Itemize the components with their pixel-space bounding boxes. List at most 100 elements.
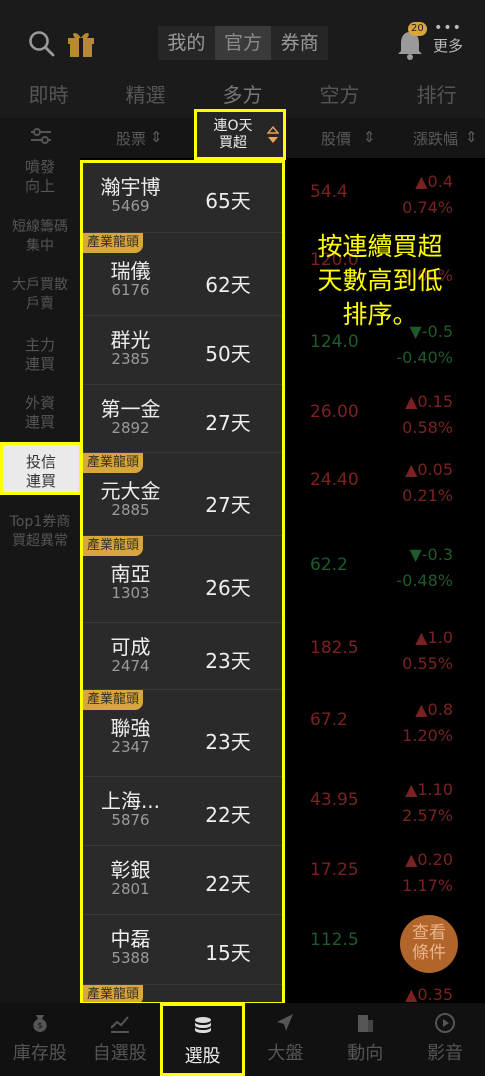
consecutive-days: 23天 [205, 730, 251, 754]
notification-button[interactable]: 20 [394, 22, 427, 62]
industry-leader-badge: 產業龍頭 [83, 536, 144, 556]
stock-price: 43.95 [310, 790, 359, 810]
tab-featured[interactable]: 精選 [97, 82, 194, 118]
view-conditions-button[interactable]: 查看 條件 [400, 915, 458, 973]
column-stock[interactable]: 股票 [116, 128, 146, 149]
stock-price: 54.4 [310, 182, 348, 202]
search-icon[interactable] [28, 30, 56, 58]
annotation-line: 天數高到低 [317, 266, 443, 295]
svg-text:$: $ [37, 1021, 42, 1030]
sidebar-item-investment-trust[interactable]: 投信 連買 [0, 442, 82, 495]
more-label: 更多 [432, 37, 463, 55]
list-item[interactable]: 產業龍頭 聯強 2347 23天 [83, 690, 282, 777]
sidebar-item-label: 主力 [24, 336, 55, 354]
nav-market[interactable]: 大盤 [245, 1003, 325, 1076]
list-item[interactable]: 產業龍頭 瑞儀 6176 62天 [83, 233, 282, 316]
price-change: ▲0.4 [415, 172, 453, 191]
stock-name: 中磊 [110, 927, 151, 951]
sidebar-item-foreign[interactable]: 外資 連買 [0, 394, 80, 432]
stock-code: 2385 [111, 350, 150, 368]
segment-official[interactable]: 官方 [214, 26, 272, 60]
list-item[interactable]: 上海... 5876 22天 [83, 777, 282, 846]
stock-price: 24.40 [310, 470, 359, 490]
nav-label: 動向 [347, 1043, 384, 1064]
price-change-percent: 0.55% [402, 654, 453, 673]
nav-trends[interactable]: 動向 [325, 1003, 405, 1076]
industry-leader-badge: 產業龍頭 [83, 233, 144, 253]
sort-consecutive-days-button[interactable]: 連O天 買超 [194, 109, 286, 160]
sidebar-item-top1-broker[interactable]: Top1券商 買超異常 [0, 513, 80, 551]
stock-code: 5469 [111, 197, 150, 215]
sidebar-item-label: 外資 [24, 394, 55, 412]
list-item[interactable]: 產業龍頭 元大金 2885 27天 [83, 453, 282, 536]
sort-descending-icon [267, 126, 279, 143]
sidebar-item-label: 噴發 [24, 158, 55, 176]
consecutive-days: 65天 [205, 189, 251, 213]
arrow-icon [277, 1014, 294, 1031]
view-conditions-label: 條件 [412, 943, 446, 963]
notification-badge: 20 [408, 22, 427, 36]
sidebar-item-label: 連買 [25, 472, 56, 490]
price-change: ▲0.15 [405, 392, 453, 411]
stock-name: 瑞儀 [110, 259, 151, 283]
nav-label: 大盤 [267, 1043, 304, 1064]
building-icon [358, 1015, 374, 1032]
source-segmented-control: 我的 官方 券商 [158, 26, 329, 60]
price-change-percent: -0.40% [396, 348, 453, 367]
consecutive-days: 23天 [205, 649, 251, 673]
sort-button-label-line: 買超 [219, 135, 247, 151]
list-item[interactable]: 可成 2474 23天 [83, 623, 282, 690]
stock-price: 182.5 [310, 638, 359, 658]
column-change[interactable]: 漲跌幅 [413, 128, 458, 149]
sort-button-label: 連O天 買超 [205, 118, 261, 152]
price-change-percent: 2.57% [402, 806, 453, 825]
stock-code: 1303 [111, 584, 150, 602]
nav-video[interactable]: 影音 [405, 1003, 485, 1076]
price-change: ▲1.0 [415, 628, 453, 647]
sidebar-item-short-chip[interactable]: 短線籌碼 集中 [0, 218, 80, 256]
segment-mine[interactable]: 我的 [158, 26, 215, 60]
list-item[interactable]: 彰銀 2801 22天 [83, 846, 282, 915]
price-change-percent: -0.48% [396, 571, 453, 590]
coin-stack-icon [194, 1017, 211, 1033]
top-bar: 我的 官方 券商 20 ••• 更多 [0, 0, 485, 82]
list-item[interactable]: 產業龍頭 [83, 985, 282, 1002]
stock-name: 元大金 [100, 479, 161, 503]
nav-stock-picker[interactable]: 選股 [159, 1003, 246, 1076]
stock-code: 2347 [111, 738, 150, 756]
tab-bearish[interactable]: 空方 [291, 82, 388, 118]
sidebar-item-label: 短線籌碼 [12, 219, 68, 235]
tab-realtime[interactable]: 即時 [0, 82, 97, 118]
stock-price: 112.5 [310, 930, 359, 950]
chart-icon [110, 1016, 129, 1033]
segment-broker[interactable]: 券商 [271, 26, 329, 60]
price-change-percent: 1.20% [402, 726, 453, 745]
stock-name: 彰銀 [110, 858, 151, 882]
list-item[interactable]: 第一金 2892 27天 [83, 385, 282, 453]
price-change: ▲0.20 [405, 850, 453, 869]
play-icon [435, 1013, 456, 1033]
industry-leader-badge: 產業龍頭 [83, 690, 144, 710]
filter-settings-icon[interactable] [30, 126, 52, 146]
stock-code: 5388 [111, 949, 150, 967]
list-item[interactable]: 群光 2385 50天 [83, 316, 282, 385]
sidebar-item-main-force[interactable]: 主力 連買 [0, 336, 80, 374]
nav-label: 自選股 [92, 1043, 147, 1064]
stock-price: 67.2 [310, 710, 348, 730]
sidebar-item-surge[interactable]: 噴發 向上 [0, 158, 80, 196]
price-change-percent: 1.17% [402, 876, 453, 895]
stock-price: 62.2 [310, 555, 348, 575]
sidebar-item-label: 連買 [24, 355, 55, 373]
stock-name: 南亞 [110, 562, 151, 586]
tab-ranking[interactable]: 排行 [388, 82, 485, 118]
industry-leader-badge: 產業龍頭 [83, 453, 144, 473]
list-item[interactable]: 中磊 5388 15天 [83, 915, 282, 985]
nav-watchlist[interactable]: 自選股 [80, 1003, 160, 1076]
list-item[interactable]: 產業龍頭 南亞 1303 26天 [83, 536, 282, 623]
gift-icon[interactable] [66, 28, 96, 58]
more-button[interactable]: ••• 更多 [428, 20, 468, 56]
nav-inventory[interactable]: $ 庫存股 [0, 1003, 80, 1076]
sidebar-item-big-holder[interactable]: 大戶買散 戶賣 [0, 276, 80, 314]
column-price[interactable]: 股價 [321, 128, 351, 149]
list-item[interactable]: 瀚宇博 5469 65天 [83, 163, 282, 233]
